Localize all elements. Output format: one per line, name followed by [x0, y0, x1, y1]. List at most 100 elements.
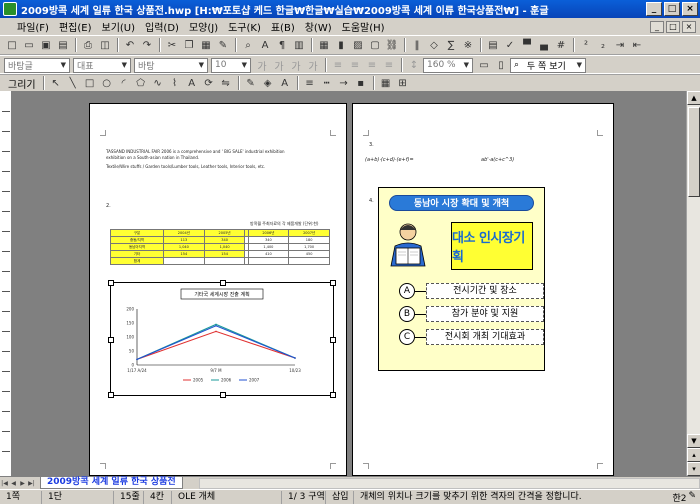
polygon-icon[interactable]: ⬠	[133, 75, 149, 91]
indent-icon[interactable]: ⇥	[612, 37, 628, 53]
page-1[interactable]: TASSAND INDUSTRIAL FAIR 2006 is a compre…	[89, 103, 347, 476]
font-combo[interactable]: 바탕 ▼	[134, 57, 208, 73]
resize-handle-n[interactable]	[220, 280, 226, 286]
copy-icon[interactable]: ❐	[181, 37, 197, 53]
line-color-icon[interactable]: ✎	[243, 75, 259, 91]
flip-icon[interactable]: ⇋	[218, 75, 234, 91]
page-up-icon[interactable]: ▴	[687, 448, 700, 462]
new-document-icon[interactable]: □	[4, 37, 20, 53]
ime-indicator[interactable]: 한2 ✎	[672, 491, 700, 504]
style-combo[interactable]: 바탕글 ▼	[4, 57, 70, 73]
formula-left[interactable]: (a+b)·(c+d)·(e+f)=	[365, 157, 414, 163]
hangul-app-icon[interactable]	[3, 2, 17, 16]
outdent-icon[interactable]: ⇤	[629, 37, 645, 53]
save-as-icon[interactable]: ▤	[55, 37, 71, 53]
prev-tab-icon[interactable]: ◀	[9, 478, 18, 489]
rectangle-icon[interactable]: □	[82, 75, 98, 91]
scroll-down-icon[interactable]: ▼	[687, 434, 700, 448]
arrow-style-icon[interactable]: →	[336, 75, 352, 91]
doc-minimize-button[interactable]: _	[650, 20, 664, 33]
export-table[interactable]: 구분 2004년 2005년 2006년 2007년 중동/지역 113 340…	[109, 229, 330, 265]
font-size-combo[interactable]: 10 ▼	[211, 57, 251, 73]
list-item[interactable]: B 참가 분야 및 지원	[399, 306, 544, 322]
line-style-icon[interactable]: ≡	[302, 75, 318, 91]
freeform-icon[interactable]: ⌇	[167, 75, 183, 91]
menu-view[interactable]: 보기(U)	[97, 19, 141, 34]
equation-icon[interactable]: ∑	[443, 37, 459, 53]
resize-handle-ne[interactable]	[330, 280, 336, 286]
footer-icon[interactable]: ▄	[536, 37, 552, 53]
select-arrow-icon[interactable]: ↖	[48, 75, 64, 91]
status-mode[interactable]: 삽입	[326, 490, 354, 504]
chart-object[interactable]: 기타국 세계시장 진출 계획 0 50 100 150 200 1/17 A/24 9/7 …	[108, 280, 336, 398]
draw-label[interactable]: 그리기	[8, 76, 36, 91]
resize-handle-nw[interactable]	[108, 280, 114, 286]
dash-style-icon[interactable]: ┅	[319, 75, 335, 91]
resize-handle-e[interactable]	[330, 337, 336, 343]
symbol-icon[interactable]: ※	[460, 37, 476, 53]
page-width-icon[interactable]: ▯	[493, 57, 509, 73]
print-icon[interactable]: ⎙	[80, 37, 96, 53]
superscript-icon[interactable]: ²	[578, 37, 594, 53]
table-icon[interactable]: ▦	[316, 37, 332, 53]
align-center-icon[interactable]: ≡	[347, 57, 363, 73]
view-mode-combo[interactable]: ⌕ 두 쪽 보기 ▼	[510, 57, 586, 73]
cut-icon[interactable]: ✂	[164, 37, 180, 53]
last-tab-icon[interactable]: ▶|	[27, 478, 36, 489]
bold-icon[interactable]: 가	[254, 57, 270, 73]
doc-restore-button[interactable]: □	[666, 20, 680, 33]
first-tab-icon[interactable]: |◀	[0, 478, 9, 489]
close-button[interactable]: ×	[682, 2, 698, 16]
italic-icon[interactable]: 가	[271, 57, 287, 73]
resize-handle-se[interactable]	[330, 392, 336, 398]
group-icon[interactable]: ▦	[378, 75, 394, 91]
page-2[interactable]: 3. (a+b)·(c+d)·(e+f)= ab'·a(c+c^3) 4. 동남…	[352, 103, 614, 476]
underline-icon[interactable]: 가	[288, 57, 304, 73]
language-combo[interactable]: 대표 ▼	[73, 57, 131, 73]
menu-window[interactable]: 창(W)	[300, 19, 337, 34]
fill-color-icon[interactable]: ◈	[260, 75, 276, 91]
save-icon[interactable]: ▣	[38, 37, 54, 53]
header-icon[interactable]: ▀	[519, 37, 535, 53]
resize-handle-w[interactable]	[108, 337, 114, 343]
justify-icon[interactable]: ≡	[381, 57, 397, 73]
zoom-combo[interactable]: 160 % ▼	[423, 57, 473, 73]
list-item[interactable]: A 전시기간 및 장소	[399, 283, 544, 299]
redo-icon[interactable]: ↷	[139, 37, 155, 53]
textbox-icon[interactable]: ▢	[367, 37, 383, 53]
align-left-icon[interactable]: ≡	[330, 57, 346, 73]
formula-right[interactable]: ab'·a(c+c^3)	[481, 157, 514, 163]
curve-icon[interactable]: ∿	[150, 75, 166, 91]
column-icon[interactable]: ‖	[409, 37, 425, 53]
horizontal-scrollbar[interactable]	[198, 477, 700, 489]
align-objects-icon[interactable]: ⊞	[395, 75, 411, 91]
shape-icon[interactable]: ◇	[426, 37, 442, 53]
resize-handle-sw[interactable]	[108, 392, 114, 398]
menu-insert[interactable]: 입력(D)	[140, 19, 184, 34]
line-icon[interactable]: ╲	[65, 75, 81, 91]
next-tab-icon[interactable]: ▶	[18, 478, 27, 489]
arc-icon[interactable]: ◜	[116, 75, 132, 91]
shadow-icon[interactable]: ▪	[353, 75, 369, 91]
hyperlink-icon[interactable]: ⛓	[384, 37, 400, 53]
font-color-icon[interactable]: 가	[305, 57, 321, 73]
full-page-icon[interactable]: ▭	[476, 57, 492, 73]
paste-icon[interactable]: ▦	[198, 37, 214, 53]
chart-icon[interactable]: ▮	[333, 37, 349, 53]
undo-icon[interactable]: ↶	[122, 37, 138, 53]
textbox-draw-icon[interactable]: A	[184, 75, 200, 91]
print-preview-icon[interactable]: ◫	[97, 37, 113, 53]
doc-close-button[interactable]: ×	[682, 20, 696, 33]
page-down-icon[interactable]: ▾	[687, 462, 700, 476]
open-folder-icon[interactable]: ▭	[21, 37, 37, 53]
page-num-icon[interactable]: #	[553, 37, 569, 53]
format-painter-icon[interactable]: ✎	[215, 37, 231, 53]
menu-edit[interactable]: 편집(E)	[54, 19, 97, 34]
spell-icon[interactable]: ✓	[502, 37, 518, 53]
ellipse-icon[interactable]: ○	[99, 75, 115, 91]
resize-handle-s[interactable]	[220, 392, 226, 398]
vertical-scrollbar[interactable]: ▲ ▼ ▴ ▾	[686, 91, 700, 476]
find-icon[interactable]: ⌕	[240, 37, 256, 53]
para-shape-icon[interactable]: ¶	[274, 37, 290, 53]
menu-help[interactable]: 도움말(H)	[337, 19, 390, 34]
